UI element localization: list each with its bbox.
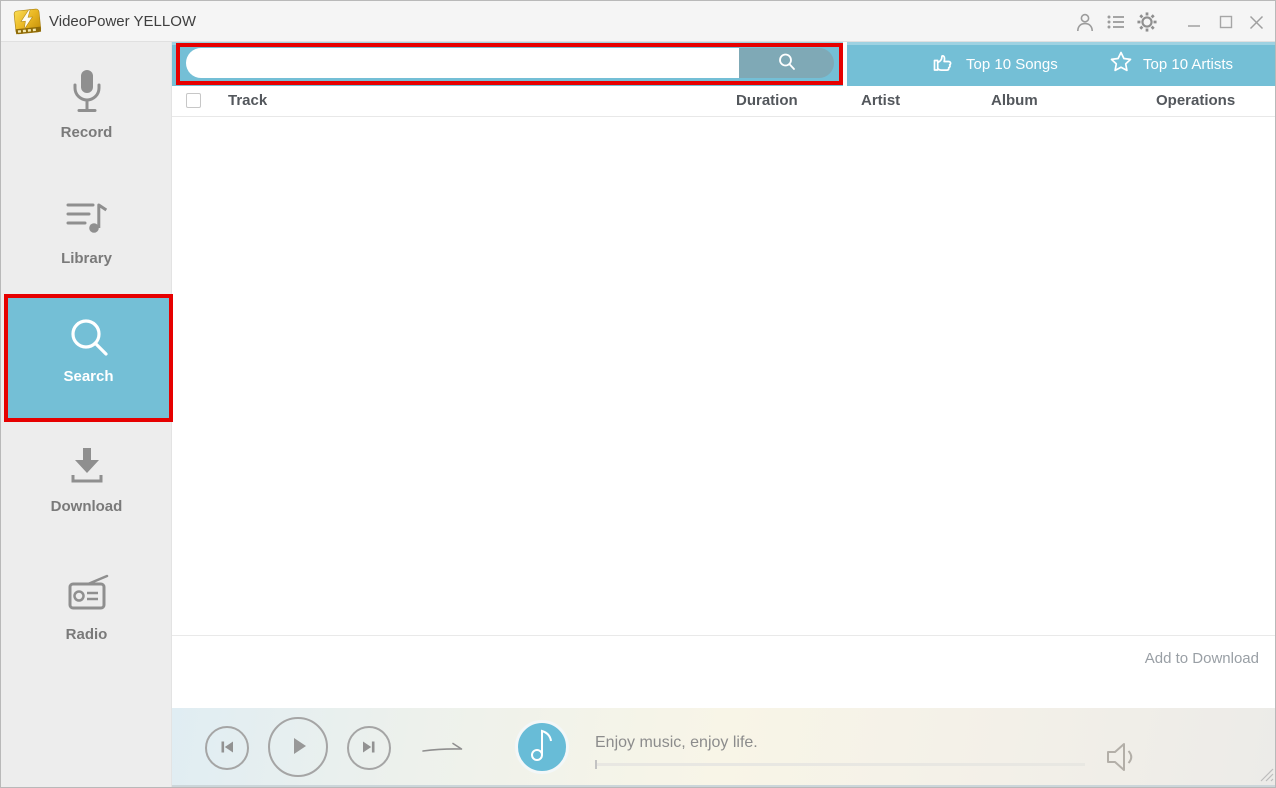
search-icon <box>8 314 169 362</box>
strip-gap <box>843 42 847 86</box>
now-playing-text: Enjoy music, enjoy life. <box>595 734 758 752</box>
sidebar-label-record: Record <box>1 124 172 141</box>
column-header-duration[interactable]: Duration <box>736 92 798 109</box>
sidebar-item-record[interactable]: Record <box>1 68 172 141</box>
radio-icon <box>1 570 172 618</box>
sidebar-item-download[interactable]: Download <box>1 442 172 515</box>
select-all-checkbox[interactable] <box>186 93 201 108</box>
search-button[interactable] <box>739 48 834 78</box>
playlist-icon[interactable] <box>1106 12 1126 32</box>
column-header-album[interactable]: Album <box>991 92 1038 109</box>
skip-previous-icon <box>217 737 237 760</box>
progress-bar[interactable] <box>595 763 1085 766</box>
play-button[interactable] <box>268 717 328 777</box>
resize-grip[interactable] <box>1259 767 1274 782</box>
app-logo-icon <box>11 7 43 36</box>
music-note-icon <box>527 726 557 769</box>
star-icon <box>1109 50 1133 78</box>
download-icon <box>1 442 172 490</box>
play-icon <box>285 733 311 762</box>
account-icon[interactable] <box>1075 12 1095 32</box>
content-footer-divider <box>172 635 1276 636</box>
play-mode-button[interactable] <box>420 738 466 758</box>
sidebar-label-download: Download <box>1 498 172 515</box>
volume-button[interactable] <box>1102 740 1142 774</box>
sidebar-item-radio[interactable]: Radio <box>1 570 172 643</box>
skip-next-icon <box>359 737 379 760</box>
settings-gear-icon[interactable] <box>1137 12 1157 32</box>
search-input[interactable] <box>186 48 739 78</box>
sidebar-item-search[interactable]: Search <box>8 298 169 418</box>
search-button-icon <box>777 52 797 75</box>
sidebar-label-library: Library <box>1 250 172 267</box>
results-empty-area <box>172 117 1276 635</box>
progress-handle[interactable] <box>595 760 597 769</box>
tab-top-10-artists-label: Top 10 Artists <box>1143 56 1233 73</box>
player-bar: Enjoy music, enjoy life. <box>172 708 1276 787</box>
tab-top-10-songs-label: Top 10 Songs <box>966 56 1058 73</box>
music-library-icon <box>1 194 172 242</box>
column-header-operations[interactable]: Operations <box>1156 92 1235 109</box>
maximize-button[interactable] <box>1213 9 1239 35</box>
add-to-download-button[interactable]: Add to Download <box>1145 650 1259 667</box>
speaker-icon <box>1102 761 1142 778</box>
minimize-button[interactable] <box>1181 9 1207 35</box>
thumbs-up-icon <box>931 50 956 78</box>
column-header-artist[interactable]: Artist <box>861 92 900 109</box>
tab-top-10-artists[interactable]: Top 10 Artists <box>1109 42 1233 86</box>
microphone-icon <box>1 68 172 116</box>
column-header-track[interactable]: Track <box>228 92 267 109</box>
app-window: VideoPower YELLOW <box>0 0 1276 788</box>
sidebar: Record Library <box>1 42 172 788</box>
window-title: VideoPower YELLOW <box>49 1 196 42</box>
titlebar: VideoPower YELLOW <box>1 1 1276 42</box>
close-button[interactable] <box>1243 9 1269 35</box>
table-header: Track Duration Artist Album Operations <box>172 86 1276 117</box>
previous-track-button[interactable] <box>205 726 249 770</box>
album-art[interactable] <box>515 720 569 774</box>
next-track-button[interactable] <box>347 726 391 770</box>
sidebar-label-search: Search <box>8 368 169 385</box>
sequential-play-arrow-icon <box>420 745 466 762</box>
tab-top-10-songs[interactable]: Top 10 Songs <box>931 42 1058 86</box>
sidebar-label-radio: Radio <box>1 626 172 643</box>
sidebar-item-library[interactable]: Library <box>1 194 172 267</box>
